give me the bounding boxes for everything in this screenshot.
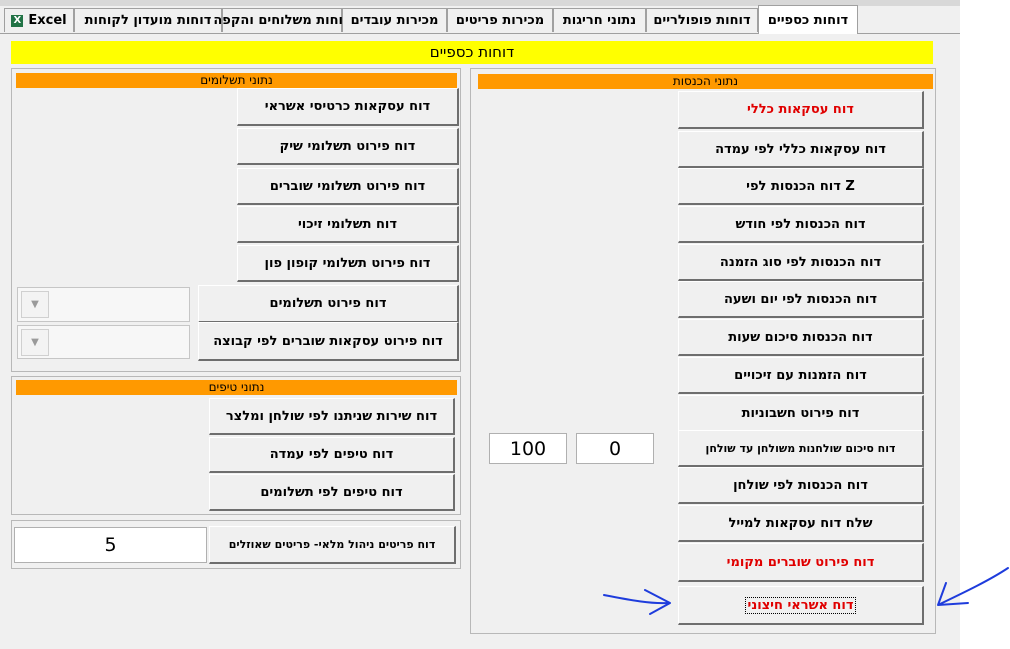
tab-exceptions[interactable]: נתוני חריגות bbox=[553, 8, 646, 32]
tab-customer-club-label: דוחות מועדון לקוחות bbox=[84, 13, 212, 28]
income-by-z-button[interactable]: דוח הכנסות לפי Z bbox=[678, 168, 924, 205]
tab-excel[interactable]: X Excel bbox=[4, 8, 74, 32]
tab-deliveries-coffee-label: דוחות משלוחים והקפה bbox=[213, 13, 351, 28]
payments-details-button[interactable]: דוח פירוט תשלומים bbox=[198, 285, 459, 323]
tab-customer-club[interactable]: דוחות מועדון לקוחות bbox=[74, 8, 222, 32]
voucher-group-combo[interactable]: ▼ bbox=[17, 325, 190, 359]
tab-exceptions-label: נתוני חריגות bbox=[562, 13, 637, 28]
voucher-group-transactions-button[interactable]: דוח פירוט עסקאות שוברים לפי קבוצה bbox=[198, 322, 459, 361]
payments-filter-combo[interactable]: ▼ bbox=[17, 287, 190, 322]
external-credit-label: דוח אשראי חיצוני bbox=[744, 596, 857, 614]
invoice-details-button[interactable]: דוח פירוט חשבוניות bbox=[678, 395, 924, 432]
payments-header: נתוני תשלומים bbox=[16, 73, 457, 88]
income-hours-summary-button[interactable]: דוח הכנסות סיכום שעות bbox=[678, 319, 924, 356]
tab-item-sales-label: מכירות פריטים bbox=[455, 13, 545, 28]
excel-icon: X bbox=[11, 14, 24, 27]
income-by-day-hour-button[interactable]: דוח הכנסות לפי יום ושעה bbox=[678, 281, 924, 318]
table-range-to-input[interactable]: 100 bbox=[489, 433, 567, 464]
external-credit-button[interactable]: דוח אשראי חיצוני bbox=[678, 586, 924, 625]
credit-payments-button[interactable]: דוח תשלומי זיכוי bbox=[237, 206, 459, 243]
table-range-from-input[interactable]: 0 bbox=[576, 433, 654, 464]
tables-summary-button[interactable]: דוח סיכום שולחנות משולחן עד שולחן bbox=[678, 430, 924, 467]
tab-item-sales[interactable]: מכירות פריטים bbox=[447, 8, 553, 32]
tab-excel-label: Excel bbox=[28, 13, 67, 28]
tab-worker-sales-label: מכירות עובדים bbox=[350, 13, 439, 28]
tab-worker-sales[interactable]: מכירות עובדים bbox=[342, 8, 447, 32]
tips-by-payments-button[interactable]: דוח טיפים לפי תשלומים bbox=[209, 474, 455, 511]
chevron-down-icon[interactable]: ▼ bbox=[21, 329, 49, 356]
tips-header: נתוני טיפים bbox=[16, 380, 457, 395]
coupon-payments-button[interactable]: דוח פירוט תשלומי קופון פון bbox=[237, 245, 459, 282]
tab-popular[interactable]: דוחות פופולריים bbox=[646, 8, 758, 32]
page-title: דוחות כספיים bbox=[11, 41, 933, 64]
chevron-down-icon[interactable]: ▼ bbox=[21, 291, 49, 318]
tab-financial-label: דוחות כספיים bbox=[767, 12, 849, 28]
email-transactions-button[interactable]: שלח דוח עסקאות למייל bbox=[678, 505, 924, 542]
tab-popular-label: דוחות פופולריים bbox=[653, 13, 751, 28]
orders-with-credits-button[interactable]: דוח הזמנות עם זיכויים bbox=[678, 357, 924, 394]
income-by-month-button[interactable]: דוח הכנסות לפי חודש bbox=[678, 206, 924, 243]
service-by-table-waiter-button[interactable]: דוח שירות שניתנו לפי שולחן ומלצר bbox=[209, 398, 455, 435]
out-of-stock-items-button[interactable]: דוח פריטים ניהול מלאי- פריטים שאוזלים bbox=[209, 526, 456, 564]
local-vouchers-button[interactable]: דוח פירוט שוברים מקומי bbox=[678, 543, 924, 582]
check-payments-button[interactable]: דוח פירוט תשלומי שיק bbox=[237, 128, 459, 165]
income-header: נתוני הכנסות bbox=[478, 74, 933, 89]
tips-by-station-button[interactable]: דוח טיפים לפי עמדה bbox=[209, 437, 455, 473]
tab-deliveries-coffee[interactable]: דוחות משלוחים והקפה bbox=[213, 8, 351, 32]
tab-financial[interactable]: דוחות כספיים bbox=[758, 5, 858, 34]
income-by-table-button[interactable]: דוח הכנסות לפי שולחן bbox=[678, 467, 924, 504]
credit-card-transactions-button[interactable]: דוח עסקאות כרטיסי אשראי bbox=[237, 88, 459, 126]
out-of-stock-threshold-input[interactable]: 5 bbox=[14, 527, 207, 563]
voucher-payments-button[interactable]: דוח פירוט תשלומי שוברים bbox=[237, 168, 459, 205]
transactions-by-station-button[interactable]: דוח עסקאות כללי לפי עמדה bbox=[678, 131, 924, 168]
general-transactions-button[interactable]: דוח עסקאות כללי bbox=[678, 91, 924, 129]
reports-window: X Excel דוחות מועדון לקוחות דוחות משלוחי… bbox=[0, 0, 960, 649]
income-by-order-type-button[interactable]: דוח הכנסות לפי סוג הזמנה bbox=[678, 244, 924, 281]
